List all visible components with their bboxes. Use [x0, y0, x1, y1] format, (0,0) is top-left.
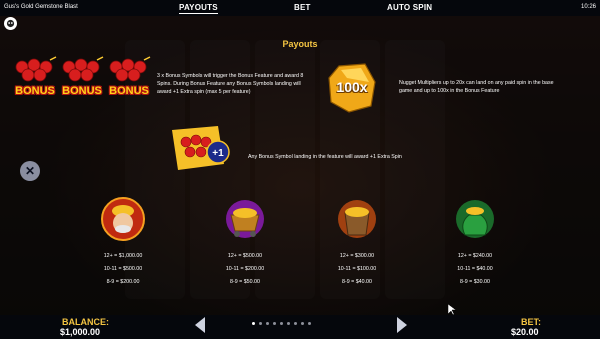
payout-item: 12+ = $300.00 10-11 = $100.00 8-9 = $40.…	[322, 197, 392, 289]
tab-bet[interactable]: BET	[294, 3, 311, 12]
payout-line: 12+ = $240.00	[457, 253, 493, 259]
extra-spin-description: Any Bonus Symbol landing in the feature …	[248, 154, 402, 160]
payout-lines: 12+ = $500.00 10-11 = $200.00 8-9 = $50.…	[210, 250, 280, 289]
payout-item: 12+ = $240.00 10-11 = $40.00 8-9 = $30.0…	[440, 197, 510, 289]
dynamite-plus-one-icon: +1	[172, 126, 230, 170]
page-indicator	[252, 322, 311, 325]
payout-item: 12+ = $500.00 10-11 = $200.00 8-9 = $50.…	[210, 197, 280, 289]
payout-line: 10-11 = $40.00	[457, 266, 493, 272]
bonus-description: 3 x Bonus Symbols will trigger the Bonus…	[157, 72, 322, 96]
close-button[interactable]: ✕	[20, 161, 40, 181]
close-icon[interactable]: ✕	[25, 164, 35, 178]
gold-bucket-icon	[335, 197, 379, 241]
clock: 10:26	[580, 4, 596, 10]
payout-line: 8-9 = $200.00	[106, 279, 140, 285]
balance-label: BALANCE:	[62, 317, 109, 327]
payout-line: 12+ = $1,000.00	[103, 253, 143, 259]
description-line: Spins. During Bonus Feature any Bonus Sy…	[157, 81, 301, 87]
page-dot[interactable]	[266, 322, 269, 325]
extra-spin-symbol: +1	[168, 124, 234, 174]
nugget-description: Nugget Multipliers up to 20x can land on…	[399, 79, 579, 95]
bonus-symbols: BONUS BONUS BONUS	[10, 55, 152, 99]
menu-icon[interactable]	[4, 17, 17, 30]
bonus-symbol: BONUS	[10, 55, 60, 99]
page-dot[interactable]	[308, 322, 311, 325]
description-line: 3 x Bonus Symbols will trigger the Bonus…	[157, 73, 304, 79]
page-dot[interactable]	[287, 322, 290, 325]
payout-lines: 12+ = $240.00 10-11 = $40.00 8-9 = $30.0…	[440, 250, 510, 289]
section-title: Payouts	[282, 39, 318, 49]
page-dot[interactable]	[273, 322, 276, 325]
payout-line: 8-9 = $30.00	[460, 279, 490, 285]
bonus-label: BONUS	[62, 85, 102, 97]
tab-payouts[interactable]: PAYOUTS	[179, 3, 218, 14]
payout-line: 8-9 = $50.00	[230, 279, 260, 285]
gus-miner-icon	[101, 197, 145, 241]
bet-value: $20.00	[511, 327, 539, 337]
page-dot[interactable]	[294, 322, 297, 325]
description-line: Nugget Multipliers up to 20x can land on…	[399, 80, 554, 86]
bonus-symbol: BONUS	[57, 55, 107, 99]
bet-label: BET:	[521, 317, 541, 327]
description-line: game and up to 100x in the Bonus Feature	[399, 88, 500, 94]
multiplier-label: 100x	[336, 79, 368, 95]
payout-lines: 12+ = $300.00 10-11 = $100.00 8-9 = $40.…	[322, 250, 392, 289]
payout-item: 12+ = $1,000.00 10-11 = $500.00 8-9 = $2…	[88, 197, 158, 289]
payout-line: 10-11 = $100.00	[337, 266, 377, 272]
bonus-symbol: BONUS	[104, 55, 154, 99]
payout-lines: 12+ = $1,000.00 10-11 = $500.00 8-9 = $2…	[88, 250, 158, 289]
page-dot[interactable]	[301, 322, 304, 325]
page-dot[interactable]	[259, 322, 262, 325]
bonus-label: BONUS	[15, 85, 55, 97]
balance-value: $1,000.00	[60, 327, 101, 337]
next-page-arrow-icon[interactable]	[396, 316, 408, 334]
previous-page-arrow-icon[interactable]	[194, 316, 206, 334]
game-title: Gus's Gold Gemstone Blast	[4, 4, 78, 10]
payout-line: 12+ = $500.00	[227, 253, 263, 259]
payout-line: 12+ = $300.00	[339, 253, 375, 259]
tab-auto-spin[interactable]: AUTO SPIN	[387, 3, 432, 12]
page-dot[interactable]	[280, 322, 283, 325]
plus-one-badge: +1	[212, 148, 224, 159]
page-dot[interactable]	[252, 322, 255, 325]
gold-sack-icon	[453, 197, 497, 241]
gold-cart-icon	[223, 197, 267, 241]
description-line: award +1 Extra spin (max 5 per feature)	[157, 89, 251, 95]
nugget-multiplier: 100x	[327, 62, 377, 114]
top-bar: Gus's Gold Gemstone Blast PAYOUTS BET AU…	[0, 0, 600, 16]
payout-line: 10-11 = $500.00	[103, 266, 143, 272]
bonus-label: BONUS	[109, 85, 149, 97]
payout-line: 8-9 = $40.00	[342, 279, 372, 285]
payout-line: 10-11 = $200.00	[225, 266, 265, 272]
